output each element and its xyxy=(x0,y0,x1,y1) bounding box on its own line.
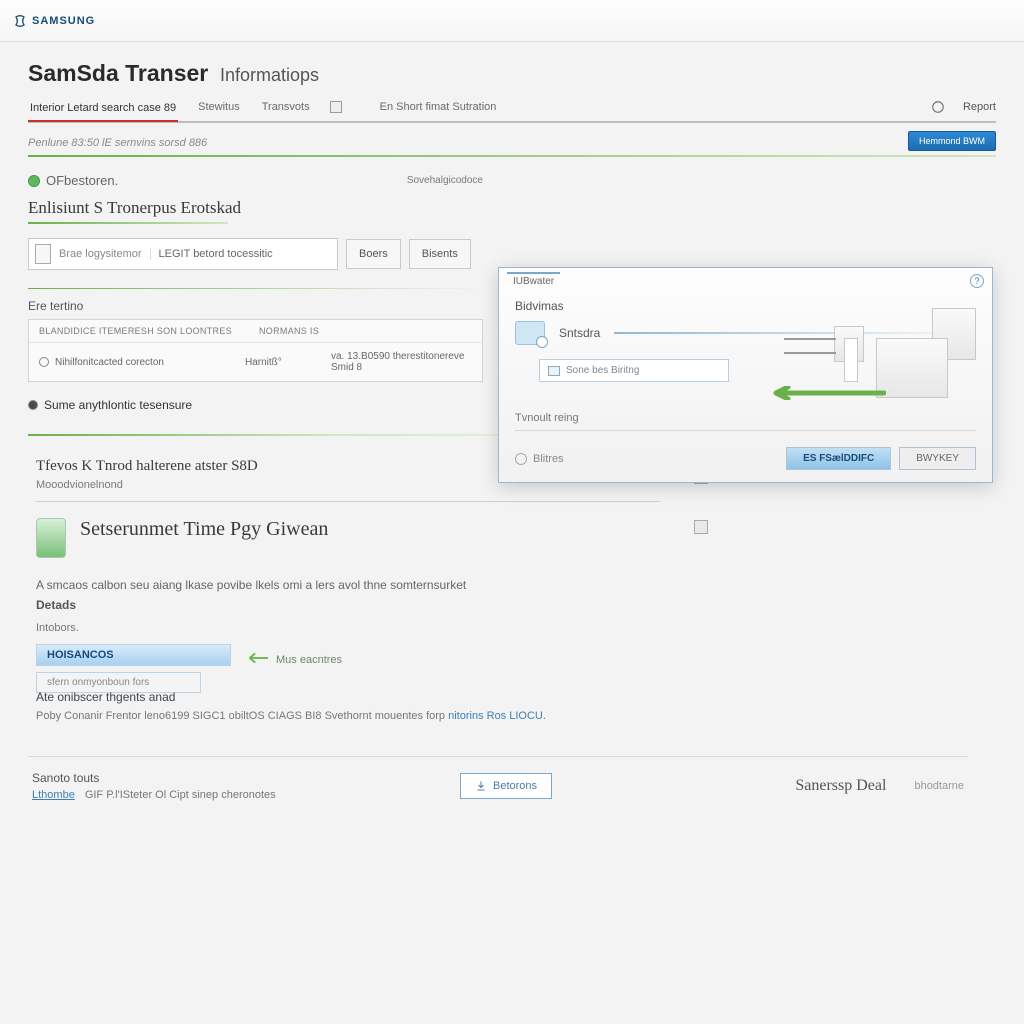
footer-desc: GIF P.l'ISteter Ol Cipt sinep cheronotes xyxy=(85,789,276,801)
execute-button[interactable]: Bisents xyxy=(409,239,471,269)
square-icon xyxy=(694,520,708,534)
tab-1[interactable]: Interior Letard search case 89 xyxy=(28,98,178,122)
page-title-main: SamSda Transer xyxy=(28,60,208,86)
tab-3[interactable]: Transvots xyxy=(260,97,312,117)
monitor-icon xyxy=(548,366,560,376)
arrow-right-icon xyxy=(766,386,886,400)
card-paragraph: A smcaos calbon seu aiang lkase povibe l… xyxy=(36,578,660,592)
help-label[interactable]: Report xyxy=(963,101,996,113)
clock-icon xyxy=(39,357,49,367)
divider xyxy=(28,288,483,289)
page-title: SamSda Transer Informatiops xyxy=(28,60,996,87)
tab-badge-icon xyxy=(330,101,342,113)
device-icon xyxy=(36,518,66,558)
card-sub2-text-a: Poby Conanir Frentor leno6199 SIGC1 obil… xyxy=(36,710,445,722)
dialog-refresh[interactable]: Blitres xyxy=(515,453,564,465)
dialog-field-text: Sone bes Biritng xyxy=(566,365,639,376)
dialog-tab[interactable]: IUBwater xyxy=(507,272,560,289)
primary-tabs: Interior Letard search case 89 Stewitus … xyxy=(28,97,996,123)
file-input-row: Brae logysitemor LEGIT betord tocessitic… xyxy=(28,238,483,270)
refresh-icon xyxy=(515,453,527,465)
card-sublabel: Intobors. xyxy=(36,622,660,634)
breadcrumb: Penlune 83:50 lE sernvins sorsd 886 xyxy=(28,137,996,149)
brand-mark-icon xyxy=(12,13,28,29)
status-dot-icon xyxy=(28,175,40,187)
dialog-help-icon[interactable]: ? xyxy=(970,274,984,288)
window-controls xyxy=(968,14,1012,28)
radio-label: Sume anythlontic tesensure xyxy=(44,398,192,412)
download-icon xyxy=(475,780,487,792)
dialog-source-field[interactable]: Sone bes Biritng xyxy=(539,359,729,382)
browse-button[interactable]: Boers xyxy=(346,239,401,269)
dialog-refresh-label: Blitres xyxy=(533,453,564,465)
hint: Mus eacntres xyxy=(246,651,660,668)
file-icon xyxy=(35,244,51,264)
step-label: OFbestoren. xyxy=(46,173,118,188)
brand-text: SAMSUNG xyxy=(32,15,95,27)
card-sub2-text: Poby Conanir Frentor leno6199 SIGC1 obil… xyxy=(36,710,660,722)
status-tag[interactable]: Hemmond BWM xyxy=(908,131,996,151)
heading-underline xyxy=(28,222,228,224)
col-header-1: BLANDIDICE itemeresh son loontres xyxy=(39,326,259,336)
source-device-icon xyxy=(515,321,545,345)
footer-button-label: Betorons xyxy=(493,780,537,792)
card-sub2-link[interactable]: nitorins Ros LIOCU xyxy=(448,710,543,722)
chip-primary[interactable]: HOISANCOS xyxy=(36,644,231,666)
page-header: SamSda Transer Informatiops Interior Let… xyxy=(0,42,1024,123)
footer-link[interactable]: Lthombe xyxy=(32,789,75,801)
footer-label: Sanoto touts xyxy=(32,771,276,785)
table-row: Nihilfonitcacted corecton Harnitß° va. 1… xyxy=(29,343,482,381)
titlebar: SAMSUNG xyxy=(0,0,1024,42)
file-embedded-button[interactable]: LEGIT betord tocessitic xyxy=(150,248,273,260)
file-placeholder: Brae logysitemor xyxy=(59,248,142,260)
tab-extra[interactable]: En Short fimat Sutration xyxy=(378,97,499,117)
cell-1: Nihilfonitcacted corecton xyxy=(55,357,164,368)
dialog-illustration xyxy=(766,308,976,428)
section-heading: Enlisiunt S Tronerpus Erotskad xyxy=(28,198,483,218)
cell-3: va. 13.B0590 therestitonereve Smid 8 xyxy=(331,351,472,373)
dialog-secondary-button[interactable]: BWYKEY xyxy=(899,447,976,470)
subsection-label: Ere tertino xyxy=(28,299,483,313)
footer-brand-sub: bhodtarne xyxy=(914,780,964,792)
footer: Sanoto touts Lthombe GIF P.l'ISteter Ol … xyxy=(28,756,968,815)
brand-logo: SAMSUNG xyxy=(12,13,95,29)
content-area: Penlune 83:50 lE sernvins sorsd 886 Hemm… xyxy=(0,123,1024,829)
col-header-2: Normans IS xyxy=(259,326,472,336)
file-input[interactable]: Brae logysitemor LEGIT betord tocessitic xyxy=(28,238,338,270)
radio-icon xyxy=(28,400,38,410)
help-icon[interactable] xyxy=(931,100,945,114)
lower-card: Tfevos K Tnrod halterene atster S8D Mooo… xyxy=(28,448,668,732)
transfer-dialog: IUBwater ? Bidvimas Sntsdra Sone bes Bir… xyxy=(498,267,993,483)
footer-button[interactable]: Betorons xyxy=(460,773,552,799)
tab-2[interactable]: Stewitus xyxy=(196,97,242,117)
radio-option[interactable]: Sume anythlontic tesensure xyxy=(28,398,483,412)
divider xyxy=(36,501,660,502)
cell-2: Harnitß° xyxy=(245,357,325,368)
step-right-link[interactable]: Sovehalgicodoce xyxy=(407,175,483,186)
card-sub2-title: Ate onibscer thgents anad xyxy=(36,690,660,704)
arrow-left-icon xyxy=(246,651,268,668)
footer-brand: Sanerssp Deal xyxy=(795,777,886,795)
page-title-sub: Informatiops xyxy=(220,65,319,85)
divider xyxy=(515,430,976,431)
info-table: BLANDIDICE itemeresh son loontres Norman… xyxy=(28,319,483,382)
card-details-label: Detads xyxy=(36,598,660,612)
divider xyxy=(28,155,996,157)
card-heading: Setserunmet Time Pgy Giwean xyxy=(80,518,328,541)
dialog-primary-button[interactable]: ES FSælDDIFC xyxy=(786,447,891,470)
source-label: Sntsdra xyxy=(559,326,600,340)
hint-text: Mus eacntres xyxy=(276,654,342,666)
